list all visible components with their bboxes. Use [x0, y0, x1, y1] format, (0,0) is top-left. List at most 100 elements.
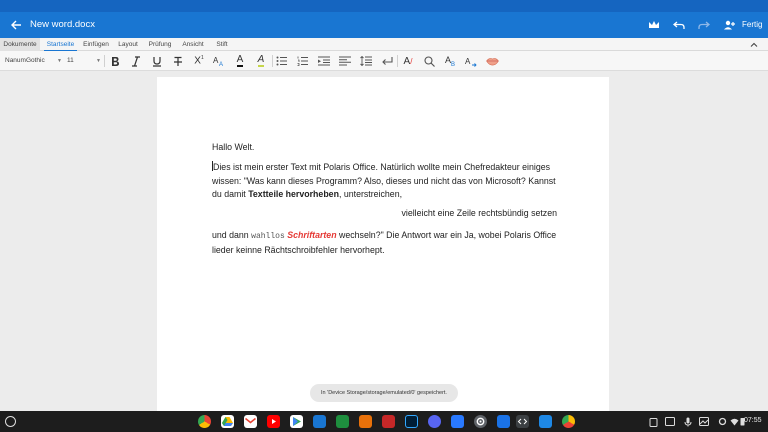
spreadsheet-app-icon[interactable]: [336, 415, 349, 428]
premium-button[interactable]: [645, 16, 663, 34]
align-button[interactable]: [337, 53, 353, 69]
drive-icon: [222, 417, 233, 426]
replace-button[interactable]: AB: [442, 53, 458, 69]
play-store-app-icon[interactable]: [290, 415, 303, 428]
discord-app-icon[interactable]: [428, 415, 441, 428]
underline-icon: [153, 56, 161, 67]
caret-down-icon: ▼: [57, 58, 62, 64]
strikethrough-icon: [174, 56, 182, 66]
font-color-icon: A: [236, 54, 244, 67]
code-icon: [517, 418, 528, 425]
lips-icon: [485, 57, 499, 65]
crown-icon: [649, 21, 659, 28]
voice-reading-button[interactable]: [484, 53, 500, 69]
collapse-ribbon-button[interactable]: [748, 39, 760, 50]
tab-view[interactable]: Ansicht: [180, 38, 206, 51]
highlight-button[interactable]: A: [253, 53, 269, 69]
back-button[interactable]: [6, 15, 26, 35]
strikethrough-button[interactable]: [170, 53, 186, 69]
gmail-app-icon[interactable]: [244, 415, 257, 428]
italic-button[interactable]: [128, 53, 144, 69]
paragraph-intro: Dies ist mein erster Text mit Polaris Of…: [212, 161, 556, 199]
paragraph-right-aligned: vielleicht eine Zeile rechtsbündig setze…: [401, 208, 557, 218]
presentation-app-icon[interactable]: [359, 415, 372, 428]
clipboard-tray-button[interactable]: [648, 416, 659, 427]
mail-icon: [245, 417, 256, 424]
play-icon: [272, 419, 276, 424]
arrow-left-icon: [11, 20, 21, 30]
toolbar-divider: [397, 55, 398, 67]
photoshop-app-icon[interactable]: [405, 415, 418, 428]
spellcheck-icon: A/: [403, 55, 413, 67]
bullet-list-icon: [276, 56, 287, 66]
paragraph-greeting: Hallo Welt.: [212, 142, 255, 152]
gear-icon: [476, 417, 485, 426]
screen-capture-icon: [664, 417, 675, 426]
replace-icon: AB: [444, 54, 456, 68]
bold-icon: [112, 56, 119, 66]
tab-layout[interactable]: Layout: [116, 38, 140, 51]
monospace-text-run: wahllos: [251, 232, 285, 241]
done-button[interactable]: Fertig: [742, 20, 762, 29]
saved-toast: In 'Device Storage/storage/emulated/0' g…: [310, 384, 458, 402]
status-strip: [0, 0, 768, 12]
spellcheck-button[interactable]: A/: [400, 53, 416, 69]
document-workspace: Hallo Welt. Dies ist mein erster Text mi…: [0, 71, 768, 413]
tab-documents[interactable]: Dokumente: [0, 38, 40, 51]
notification-tray-button[interactable]: [698, 416, 709, 427]
svg-text:A: A: [219, 62, 223, 67]
undo-icon: [673, 21, 685, 29]
tab-insert[interactable]: Einfügen: [82, 38, 110, 51]
font-name-select[interactable]: NanumGothic ▼: [5, 54, 62, 68]
search-icon: [423, 55, 435, 67]
font-color-button[interactable]: A: [232, 53, 248, 69]
font-size-value: 11: [67, 57, 74, 64]
document-page[interactable]: Hallo Welt. Dies ist mein erster Text mi…: [157, 77, 609, 413]
undo-button[interactable]: [670, 16, 688, 34]
redo-button[interactable]: [695, 16, 713, 34]
numbered-list-icon: [297, 56, 308, 66]
chromebook-app-icon[interactable]: [451, 415, 464, 428]
pdf-app-icon[interactable]: [382, 415, 395, 428]
bold-button[interactable]: [107, 53, 123, 69]
text-effect-button[interactable]: AA: [211, 53, 227, 69]
indent-button[interactable]: [316, 53, 332, 69]
bold-text-run: Textteile hervorheben: [248, 189, 339, 199]
return-arrow-icon: [382, 57, 393, 65]
settings-tray-button[interactable]: [717, 416, 728, 427]
drive-app-icon[interactable]: [221, 415, 234, 428]
font-size-select[interactable]: 11 ▼: [67, 54, 101, 68]
screenshot-tray-button[interactable]: [664, 416, 675, 427]
image-icon: [698, 417, 709, 426]
files-app-icon[interactable]: [497, 415, 510, 428]
chrome-app-icon[interactable]: [198, 415, 211, 428]
document-title: New word.docx: [30, 19, 95, 30]
search-button[interactable]: [421, 53, 437, 69]
paragraph-break-button[interactable]: [379, 53, 395, 69]
tab-home[interactable]: Startseite: [44, 38, 77, 51]
superscript-button[interactable]: X1: [191, 53, 207, 69]
tab-review[interactable]: Prüfung: [146, 38, 174, 51]
youtube-app-icon[interactable]: [267, 415, 280, 428]
microphone-icon: [684, 417, 691, 426]
chevron-up-icon: [750, 42, 758, 47]
chrome-canary-app-icon[interactable]: [562, 415, 575, 428]
toolbar-divider: [104, 55, 105, 67]
play-store-icon: [293, 417, 301, 426]
folder-app-icon[interactable]: [539, 415, 552, 428]
line-spacing-icon: [360, 56, 372, 66]
polaris-office-app-icon[interactable]: [313, 415, 326, 428]
settings-app-icon[interactable]: [474, 415, 487, 428]
align-left-icon: [339, 56, 351, 66]
bullet-list-button[interactable]: [274, 53, 290, 69]
terminal-app-icon[interactable]: [516, 415, 529, 428]
launcher-button[interactable]: [5, 416, 16, 427]
underline-button[interactable]: [149, 53, 165, 69]
text-direction-button[interactable]: A: [463, 53, 479, 69]
line-spacing-button[interactable]: [358, 53, 374, 69]
superscript-icon: X1: [194, 55, 204, 67]
tab-pen[interactable]: Stift: [212, 38, 232, 51]
microphone-tray-button[interactable]: [682, 416, 693, 427]
share-user-button[interactable]: [720, 16, 738, 34]
numbered-list-button[interactable]: [295, 53, 311, 69]
